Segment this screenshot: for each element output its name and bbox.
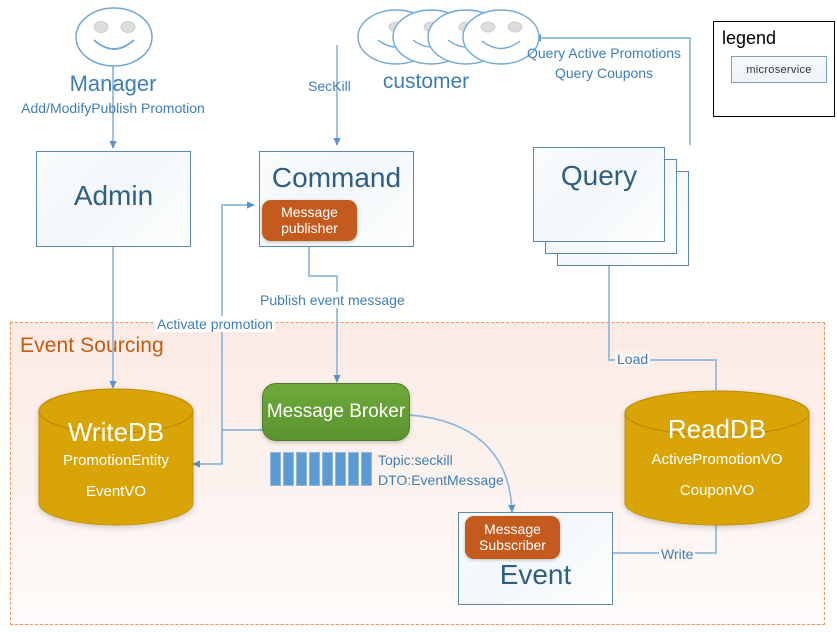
legend-title: legend: [722, 28, 777, 48]
edge-broker-writedb: [192, 429, 263, 468]
queue-icon: [270, 452, 372, 486]
node-message-broker[interactable]: Message Broker: [262, 383, 410, 441]
queue-cell: [270, 452, 281, 486]
broker-topic-label: Topic:seckill: [378, 452, 453, 468]
node-write-db[interactable]: WriteDB PromotionEntity EventVO: [38, 388, 194, 526]
message-publisher-line1: Message: [281, 203, 338, 220]
edge-label-publish-event-message: Publish event message: [258, 292, 407, 308]
component-message-subscriber[interactable]: Message Subscriber: [465, 516, 560, 559]
manager-smiley-icon: [75, 7, 153, 67]
node-query[interactable]: Query: [533, 147, 665, 242]
node-read-db[interactable]: ReadDB ActivePromotionVO CouponVO: [624, 390, 810, 526]
queue-cell: [348, 452, 359, 486]
message-publisher-line2: publisher: [281, 219, 338, 236]
node-admin-label: Admin: [73, 180, 154, 211]
edge-publisher-broker: [308, 240, 341, 383]
edge-label-activate-promotion: Activate promotion: [155, 316, 275, 332]
edge-label-seckill: SecKill: [308, 78, 351, 94]
customer-smiley-stack-icon: [357, 9, 540, 65]
queue-cell: [296, 452, 307, 486]
customer-label: customer: [382, 70, 470, 93]
component-message-publisher[interactable]: Message publisher: [262, 200, 357, 241]
queue-cell: [361, 452, 372, 486]
legend-item-microservice: microservice: [731, 56, 827, 83]
edge-label-query-coupons: Query Coupons: [555, 65, 654, 81]
manager-caption: Add/ModifyPublish Promotion: [21, 100, 205, 116]
queue-cell: [322, 452, 333, 486]
edge-label-write: Write: [659, 546, 696, 562]
broker-dto-label: DTO:EventMessage: [378, 472, 504, 488]
node-event-label: Event: [499, 559, 572, 590]
message-subscriber-line1: Message: [484, 520, 541, 537]
edge-label-load: Load: [615, 351, 651, 367]
message-subscriber-line2: Subscriber: [479, 536, 546, 553]
edge-readdb-query: [605, 246, 717, 390]
message-broker-label: Message Broker: [266, 401, 406, 422]
edge-label-query-active-promotions: Query Active Promotions: [527, 45, 682, 61]
queue-cell: [283, 452, 294, 486]
legend-item-label: microservice: [746, 63, 812, 76]
node-command-label: Command: [271, 162, 402, 193]
manager-label: Manager: [69, 71, 157, 96]
node-admin[interactable]: Admin: [36, 151, 191, 247]
queue-cell: [335, 452, 346, 486]
edge-writedb-command: [221, 201, 255, 464]
diagram-canvas: Event Sourcing Manager Add/ModifyPublish…: [0, 0, 837, 632]
queue-cell: [309, 452, 320, 486]
node-query-label: Query: [560, 160, 638, 191]
